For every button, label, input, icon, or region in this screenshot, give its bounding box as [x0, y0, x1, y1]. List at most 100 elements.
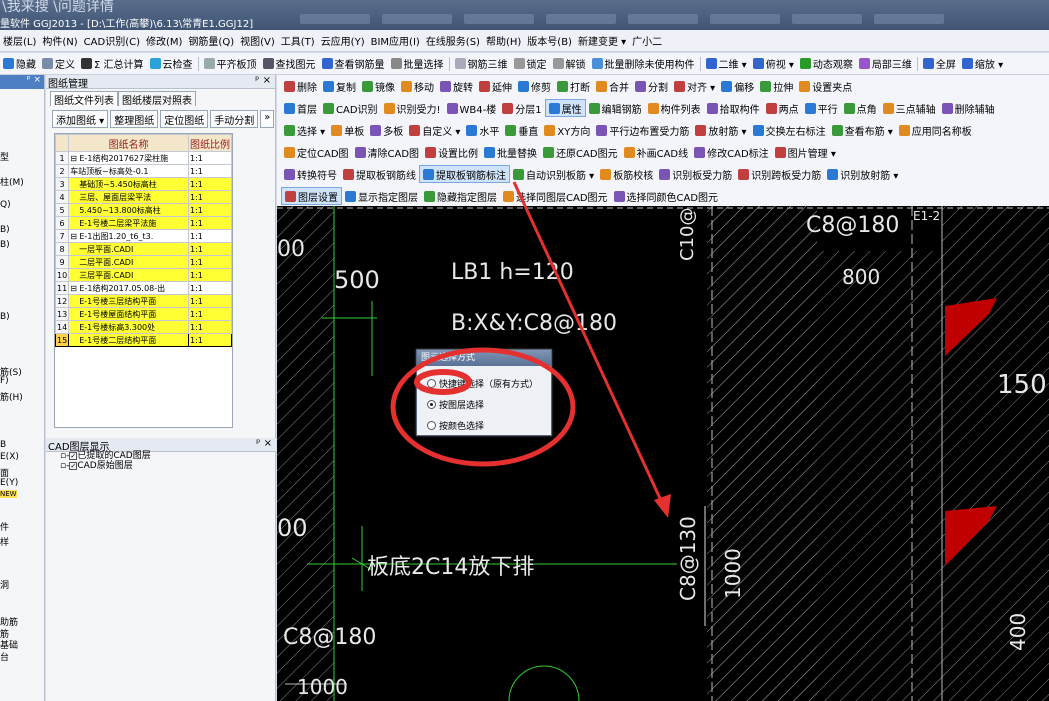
- layer-panel-pin-close[interactable]: ᵖ ×: [256, 438, 272, 451]
- menu-item[interactable]: 帮助(H): [483, 33, 524, 48]
- module-nav-item[interactable]: 型: [0, 150, 9, 163]
- drawing-scale-cell[interactable]: 1:1: [188, 333, 232, 347]
- toolbar-button[interactable]: 缩放 ▾: [959, 55, 1006, 73]
- module-nav-item[interactable]: B): [0, 225, 10, 235]
- drawing-scale-cell[interactable]: 1:1: [188, 164, 232, 178]
- toolbar-button[interactable]: 隐藏: [0, 55, 39, 73]
- menu-item[interactable]: 版本号(B): [524, 33, 575, 48]
- toolbar-button[interactable]: 全屏: [920, 55, 959, 73]
- menu-item[interactable]: 新建变更 ▾: [575, 33, 629, 48]
- tab-floor-mapping[interactable]: 图纸楼层对照表: [118, 91, 196, 107]
- toolbar-button[interactable]: 动态观察: [797, 55, 856, 73]
- ribbon-button[interactable]: 三点辅轴: [880, 99, 939, 117]
- module-nav-item[interactable]: 件: [0, 520, 9, 533]
- ribbon-button[interactable]: WB4-楼: [444, 99, 500, 117]
- toolbar-button[interactable]: 锁定: [511, 55, 550, 73]
- module-nav-item[interactable]: 样: [0, 535, 9, 548]
- module-nav-item[interactable]: B): [0, 312, 10, 322]
- tab-drawing-list[interactable]: 图纸文件列表: [50, 91, 118, 107]
- drawing-scale-cell[interactable]: 1:1: [188, 177, 232, 191]
- ribbon-button[interactable]: 旋转: [437, 77, 476, 95]
- add-drawing-button[interactable]: 添加图纸 ▾: [52, 110, 109, 128]
- ribbon-button[interactable]: 提取板钢筋线: [340, 165, 419, 183]
- drawing-name-cell[interactable]: ⊟ E-1出图1.20_t6_t3.: [68, 229, 189, 243]
- ribbon-button[interactable]: 选择同图层CAD图元: [500, 187, 611, 205]
- menu-item[interactable]: 构件(N): [39, 33, 80, 48]
- radio-button[interactable]: [427, 421, 436, 430]
- drawing-scale-cell[interactable]: 1:1: [188, 190, 232, 204]
- ribbon-button[interactable]: 图层设置: [281, 187, 342, 205]
- table-row[interactable]: 7 ⊟ E-1出图1.20_t6_t3. 1:1: [55, 229, 232, 243]
- drawing-scale-cell[interactable]: 1:1: [188, 307, 232, 321]
- menu-item[interactable]: 楼层(L): [0, 33, 39, 48]
- ribbon-button[interactable]: 还原CAD图元: [540, 143, 621, 161]
- drawing-name-cell[interactable]: E-1号楼屋面结构平面: [68, 307, 189, 321]
- toolbar-button[interactable]: 俯视 ▾: [750, 55, 797, 73]
- manual-split-button[interactable]: 手动分割: [210, 110, 259, 128]
- toolbar-button[interactable]: 解锁: [550, 55, 589, 73]
- ribbon-button[interactable]: 垂直: [502, 121, 541, 139]
- ribbon-button[interactable]: 提取板钢筋标注: [419, 165, 510, 183]
- ribbon-button[interactable]: 对齐 ▾: [671, 77, 718, 95]
- table-row[interactable]: 9 二层平面.CADI 1:1: [55, 255, 232, 269]
- ribbon-button[interactable]: 识别板受力筋: [656, 165, 735, 183]
- ribbon-button[interactable]: 平行边布置受力筋: [593, 121, 692, 139]
- ribbon-button[interactable]: 识别受力!: [381, 99, 444, 117]
- ribbon-button[interactable]: 交换左右标注: [750, 121, 829, 139]
- ribbon-button[interactable]: CAD识别: [320, 99, 381, 117]
- menu-item[interactable]: 广小二: [629, 33, 665, 48]
- ribbon-button[interactable]: 属性: [544, 99, 586, 117]
- toolbar-button[interactable]: Σ 汇总计算: [78, 55, 147, 73]
- panel-pin-close[interactable]: ᵖ ×: [255, 75, 271, 88]
- module-nav-item[interactable]: 柱(M): [0, 175, 24, 188]
- ribbon-button[interactable]: 偏移: [718, 77, 757, 95]
- ribbon-button[interactable]: 设置比例: [422, 143, 481, 161]
- drawing-name-cell[interactable]: E-1号楼标高3.300处: [68, 320, 189, 334]
- ribbon-button[interactable]: 点角: [841, 99, 880, 117]
- ribbon-button[interactable]: 放射筋 ▾: [692, 121, 749, 139]
- drawing-scale-cell[interactable]: 1:1: [188, 268, 232, 282]
- table-row[interactable]: 2 车站顶板~标高处-0.1 1:1: [55, 164, 232, 178]
- locate-drawing-button[interactable]: 定位图纸: [160, 110, 209, 128]
- ribbon-button[interactable]: 分割: [632, 77, 671, 95]
- drawing-name-cell[interactable]: E-1号楼二层结构平面: [68, 333, 189, 347]
- drawing-scale-cell[interactable]: 1:1: [188, 255, 232, 269]
- drawing-scale-cell[interactable]: 1:1: [188, 151, 232, 165]
- ribbon-button[interactable]: 平行: [802, 99, 841, 117]
- menu-item[interactable]: BIM应用(I): [368, 33, 423, 48]
- table-row[interactable]: 10 三层平面.CADI 1:1: [55, 268, 232, 282]
- ribbon-button[interactable]: 两点: [763, 99, 802, 117]
- ribbon-button[interactable]: 合并: [593, 77, 632, 95]
- menu-item[interactable]: 修改(M): [143, 33, 185, 48]
- cad-canvas[interactable]: C8@180 E1-2 800 C10@ 500 LB1 h=120 B:X&Y…: [277, 206, 1049, 701]
- menu-item[interactable]: 云应用(Y): [318, 33, 368, 48]
- ribbon-button[interactable]: 自定义 ▾: [406, 121, 463, 139]
- toolbar-button[interactable]: 批量选择: [388, 55, 447, 73]
- drawing-name-cell[interactable]: 三层、屋面层梁平法: [68, 190, 189, 204]
- drawing-scale-cell[interactable]: 1:1: [188, 216, 232, 230]
- ribbon-button[interactable]: 查看布筋 ▾: [829, 121, 896, 139]
- layer-tree-item[interactable]: ▫-✓已提取的CAD图层: [60, 451, 151, 461]
- option-shortcut[interactable]: 快捷键选择（原有方式）: [427, 377, 538, 390]
- toolbar-button[interactable]: 查看钢筋量: [319, 55, 388, 73]
- radio-button[interactable]: [427, 400, 436, 409]
- ribbon-button[interactable]: 选择 ▾: [281, 121, 328, 139]
- more-button[interactable]: »: [260, 110, 275, 128]
- drawing-name-cell[interactable]: 三层平面.CADI: [68, 268, 189, 282]
- drawing-name-cell[interactable]: 5.450~13.800标高柱: [68, 203, 189, 217]
- table-row[interactable]: 3 基础顶~5.450标高柱 1:1: [55, 177, 232, 191]
- menu-item[interactable]: CAD识别(C): [81, 33, 143, 48]
- ribbon-button[interactable]: 板筋校核: [597, 165, 656, 183]
- table-row[interactable]: 14 E-1号楼标高3.300处 1:1: [55, 320, 232, 334]
- table-row[interactable]: 13 E-1号楼屋面结构平面 1:1: [55, 307, 232, 321]
- module-nav-item[interactable]: 筋(H): [0, 390, 23, 403]
- drawing-scale-cell[interactable]: 1:1: [188, 229, 232, 243]
- drawing-name-cell[interactable]: 一层平面.CADI: [68, 242, 189, 256]
- menu-item[interactable]: 钢筋量(Q): [185, 33, 237, 48]
- module-nav-item[interactable]: 洞: [0, 578, 9, 591]
- module-nav-item[interactable]: Q): [0, 200, 11, 210]
- menu-item[interactable]: 工具(T): [278, 33, 318, 48]
- ribbon-button[interactable]: 水平: [463, 121, 502, 139]
- ribbon-button[interactable]: 识别跨板受力筋: [735, 165, 824, 183]
- ribbon-button[interactable]: 构件列表: [645, 99, 704, 117]
